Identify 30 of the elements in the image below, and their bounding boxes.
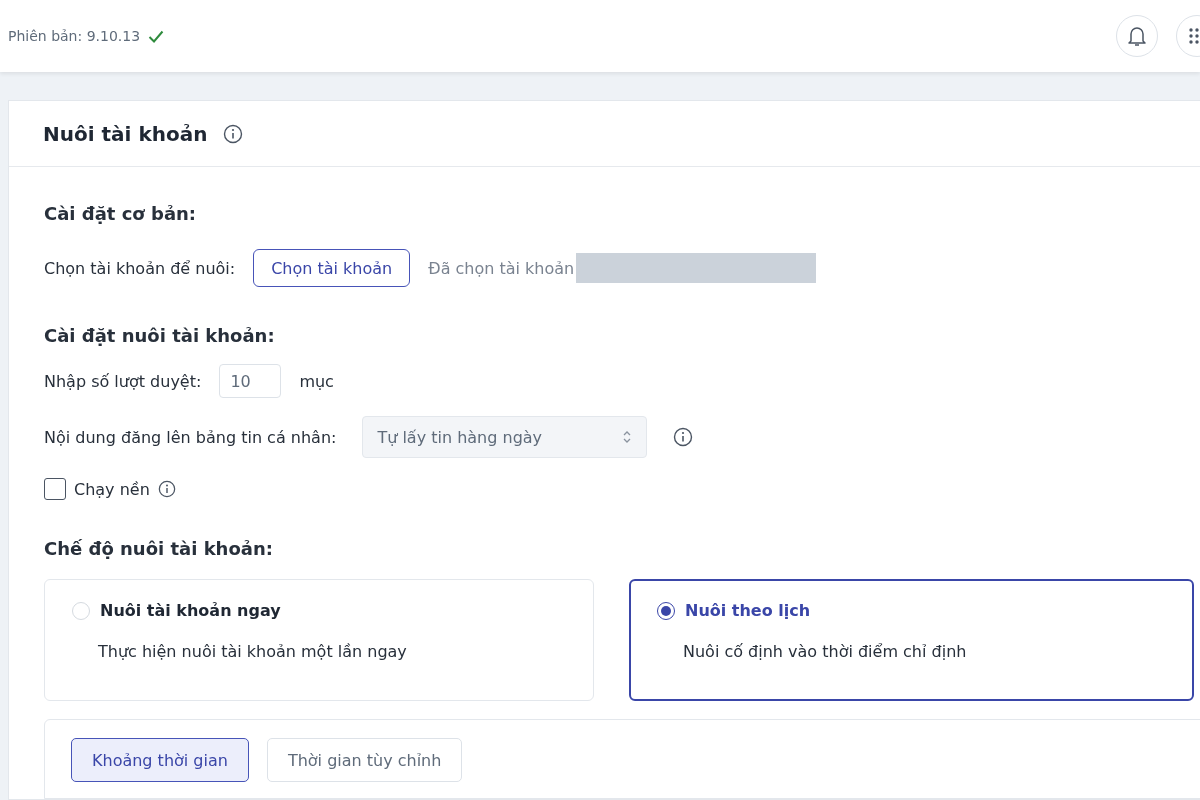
schedule-tab[interactable]: Thời gian tùy chỉnh — [266, 738, 463, 782]
version-label: Phiên bản: 9.10.13 — [8, 28, 141, 44]
section-heading: Cài đặt nuôi tài khoản: — [44, 325, 276, 346]
unit-label: mục — [299, 371, 334, 391]
section-heading: Cài đặt cơ bản: — [44, 203, 198, 224]
chevron-updown-icon — [622, 430, 633, 444]
page-title: Nuôi tài khoản — [43, 121, 208, 146]
radio-button[interactable] — [657, 601, 675, 620]
option-description: Thực hiện nuôi tài khoản một lần ngay — [97, 642, 408, 661]
bell-icon — [1127, 25, 1147, 47]
mode-option-card[interactable]: Nuôi theo lịch Nuôi cố định vào thời điểm chỉ định — [629, 579, 1194, 701]
content-select[interactable]: Tự lấy tin hàng ngày — [362, 416, 648, 458]
choose-account-button[interactable]: Chọn tài khoản — [253, 249, 411, 287]
section-heading: Chế độ nuôi tài khoản: — [44, 538, 274, 559]
schedule-tab[interactable]: Khoảng thời gian — [71, 738, 249, 782]
field-label: Nhập số lượt duyệt: — [44, 371, 202, 391]
mode-option-card[interactable]: Nuôi tài khoản ngay Thực hiện nuôi tài khoản một lần ngay — [44, 579, 594, 701]
info-icon[interactable] — [223, 123, 244, 144]
notification-button[interactable] — [1116, 15, 1158, 57]
field-label: Chọn tài khoản để nuôi: — [44, 258, 236, 278]
selected-status: Đã chọn tài khoản — [428, 258, 575, 278]
info-icon[interactable] — [157, 480, 176, 498]
option-description: Nuôi cố định vào thời điểm chỉ định — [682, 642, 968, 661]
views-input[interactable]: 10 — [219, 364, 282, 398]
option-title: Nuôi tài khoản ngay — [100, 601, 281, 620]
checkbox-label: Chạy nền — [74, 479, 150, 499]
field-label: Nội dung đăng lên bảng tin cá nhân: — [44, 427, 337, 447]
checkbox[interactable] — [44, 478, 66, 500]
info-icon[interactable] — [673, 427, 694, 447]
option-title: Nuôi theo lịch — [685, 601, 811, 620]
